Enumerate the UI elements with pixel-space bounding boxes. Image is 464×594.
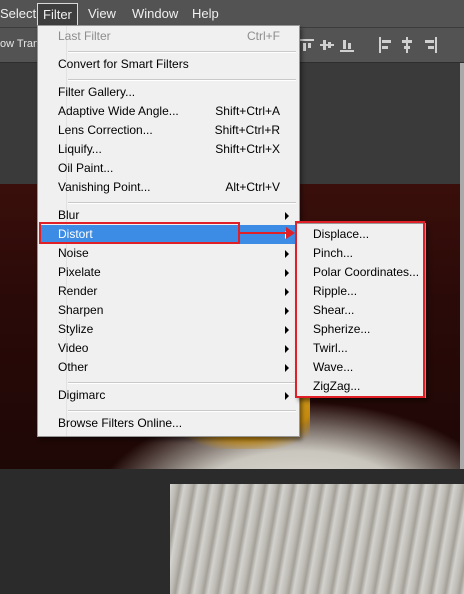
menu-item-label: Filter Gallery... xyxy=(58,85,136,99)
menu-bar: Select Filter View Window Help xyxy=(0,0,464,28)
menu-item-shortcut: Ctrl+F xyxy=(247,29,280,43)
menu-item-label: Adaptive Wide Angle... xyxy=(58,104,179,118)
submenu-arrow-icon xyxy=(285,212,289,220)
menu-item-label: Browse Filters Online... xyxy=(58,416,183,430)
menu-item-shortcut: Shift+Ctrl+A xyxy=(215,104,280,118)
menu-item-video[interactable]: Video xyxy=(39,339,298,358)
distort-highlight-box xyxy=(39,222,240,244)
menu-item-label: Last Filter xyxy=(58,29,111,43)
menu-item-sharpen[interactable]: Sharpen xyxy=(39,301,298,320)
menu-item-adaptive-wide-angle[interactable]: Adaptive Wide Angle... Shift+Ctrl+A xyxy=(39,102,298,121)
menu-separator xyxy=(68,79,296,81)
menu-separator xyxy=(68,382,296,384)
menu-separator xyxy=(68,51,296,53)
panel-edge xyxy=(460,63,464,469)
menu-separator xyxy=(68,202,296,204)
menu-help[interactable]: Help xyxy=(188,6,223,22)
menu-item-shortcut: Shift+Ctrl+R xyxy=(214,123,280,137)
menu-window[interactable]: Window xyxy=(128,6,182,22)
align-vertical-center-icon[interactable] xyxy=(320,37,334,53)
menu-item-label: Convert for Smart Filters xyxy=(58,57,189,71)
menu-item-liquify[interactable]: Liquify... Shift+Ctrl+X xyxy=(39,140,298,159)
menu-item-label: Liquify... xyxy=(58,142,102,156)
menu-item-stylize[interactable]: Stylize xyxy=(39,320,298,339)
align-bottom-icon[interactable] xyxy=(340,37,354,53)
menu-item-lens-correction[interactable]: Lens Correction... Shift+Ctrl+R xyxy=(39,121,298,140)
eagle-feathers-image xyxy=(170,484,464,594)
submenu-arrow-icon xyxy=(285,345,289,353)
menu-item-label: Vanishing Point... xyxy=(58,180,151,194)
align-right-icon[interactable] xyxy=(424,37,438,53)
menu-item-pixelate[interactable]: Pixelate xyxy=(39,263,298,282)
menu-item-label: Oil Paint... xyxy=(58,161,114,175)
align-left-icon[interactable] xyxy=(378,37,392,53)
menu-item-browse-filters-online[interactable]: Browse Filters Online... xyxy=(39,414,298,433)
menu-item-render[interactable]: Render xyxy=(39,282,298,301)
submenu-arrow-icon xyxy=(285,288,289,296)
menu-item-label: Video xyxy=(58,341,89,355)
submenu-arrow-icon xyxy=(285,326,289,334)
submenu-highlight-box xyxy=(295,221,425,398)
menu-item-other[interactable]: Other xyxy=(39,358,298,377)
menu-item-digimarc[interactable]: Digimarc xyxy=(39,386,298,405)
menu-item-oil-paint[interactable]: Oil Paint... xyxy=(39,159,298,178)
menu-view[interactable]: View xyxy=(84,6,120,22)
submenu-arrow-icon xyxy=(285,364,289,372)
annotation-arrow-line xyxy=(240,232,290,234)
menu-item-label: Other xyxy=(58,360,89,374)
menu-item-label: Sharpen xyxy=(58,303,104,317)
menu-item-shortcut: Alt+Ctrl+V xyxy=(225,180,280,194)
menu-select[interactable]: Select xyxy=(0,6,40,22)
menu-item-convert-smart-filters[interactable]: Convert for Smart Filters xyxy=(39,55,298,74)
menu-item-last-filter[interactable]: Last Filter Ctrl+F xyxy=(39,27,298,46)
menu-item-label: Pixelate xyxy=(58,265,101,279)
menu-item-label: Render xyxy=(58,284,98,298)
align-top-icon[interactable] xyxy=(300,37,314,53)
align-horizontal-center-icon[interactable] xyxy=(400,37,414,53)
submenu-arrow-icon xyxy=(285,392,289,400)
menu-item-vanishing-point[interactable]: Vanishing Point... Alt+Ctrl+V xyxy=(39,178,298,197)
submenu-arrow-icon xyxy=(285,250,289,258)
menu-item-shortcut: Shift+Ctrl+X xyxy=(215,142,280,156)
menu-separator xyxy=(68,410,296,412)
menu-item-noise[interactable]: Noise xyxy=(39,244,298,263)
menu-item-filter-gallery[interactable]: Filter Gallery... xyxy=(39,83,298,102)
menu-item-label: Noise xyxy=(58,246,89,260)
menu-item-label: Stylize xyxy=(58,322,94,336)
annotation-arrow-head-icon xyxy=(286,227,295,239)
submenu-arrow-icon xyxy=(285,269,289,277)
submenu-arrow-icon xyxy=(285,307,289,315)
menu-item-label: Lens Correction... xyxy=(58,123,153,137)
menu-item-label: Digimarc xyxy=(58,388,106,402)
